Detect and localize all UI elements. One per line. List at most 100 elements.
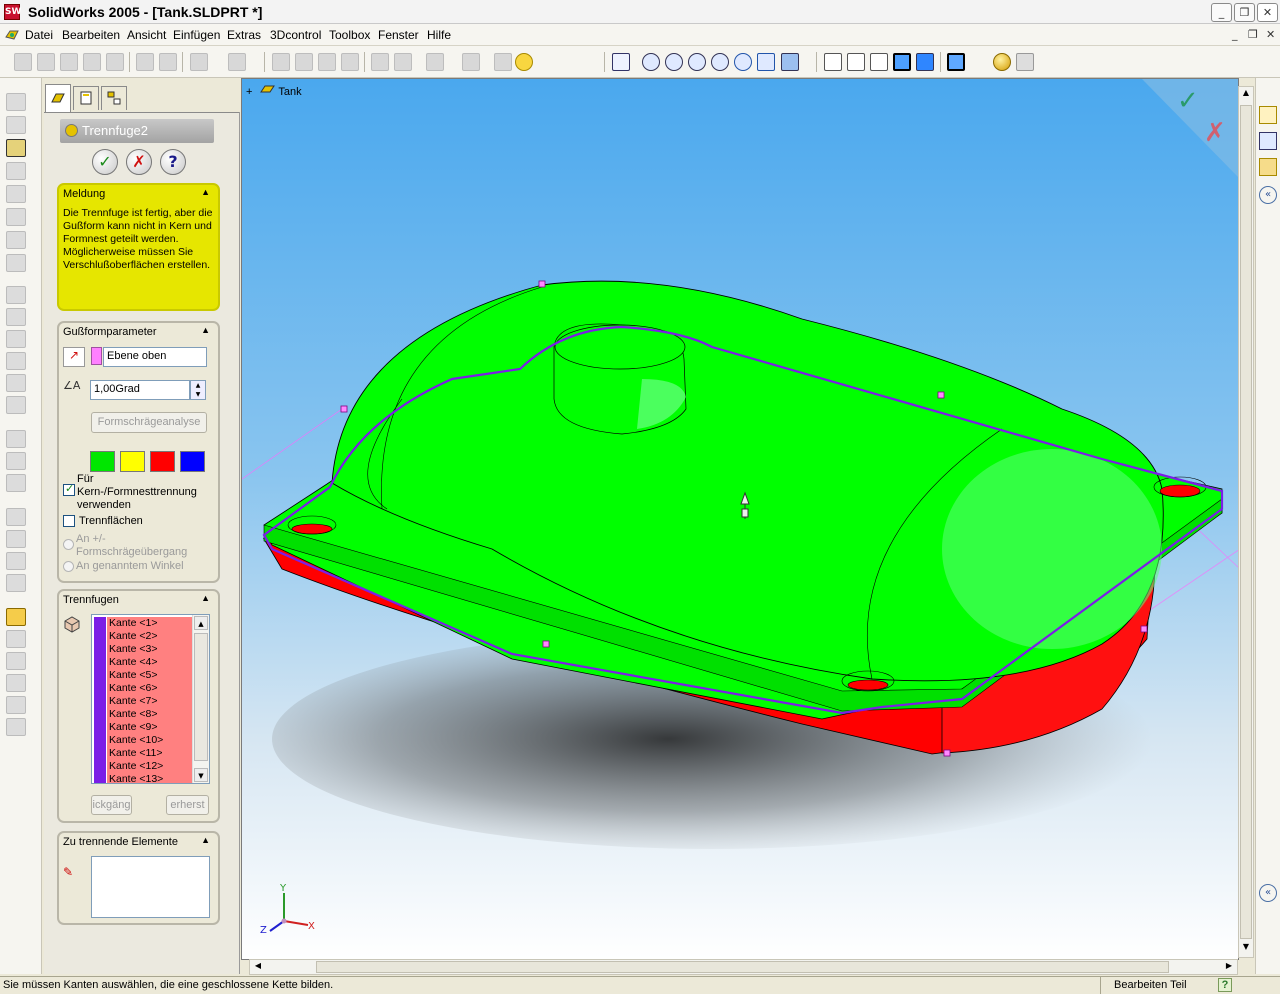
recreate-button[interactable]: erherst <box>166 795 209 815</box>
edge-list-item[interactable]: Kante <1> <box>107 617 194 630</box>
tab-feature-tree[interactable] <box>45 84 71 112</box>
edge-list-item[interactable]: Kante <12> <box>107 760 194 773</box>
shaded-with-edges-icon[interactable] <box>893 53 911 71</box>
core-cavity-checkbox[interactable]: ✓ <box>63 482 75 496</box>
edges-list[interactable]: Kante <1> Kante <2> Kante <3> Kante <4> Kant… <box>91 614 210 784</box>
vertical-scroll-thumb[interactable] <box>1240 105 1252 939</box>
collapse-icon[interactable]: ▲ <box>201 325 210 335</box>
surface-icon[interactable] <box>6 430 26 448</box>
realview-icon[interactable] <box>993 53 1011 71</box>
print-preview-icon[interactable] <box>159 53 177 71</box>
print-icon[interactable] <box>136 53 154 71</box>
sketch-tools-icon[interactable] <box>6 116 26 134</box>
undercut-detection-icon[interactable] <box>6 696 26 714</box>
grid-icon[interactable] <box>394 53 412 71</box>
redo-icon[interactable] <box>228 53 246 71</box>
menu-fenster[interactable]: Fenster <box>378 28 419 42</box>
split-entities-list[interactable] <box>91 856 210 918</box>
component-icon[interactable] <box>426 53 444 71</box>
reverse-direction-icon[interactable]: ↗ <box>63 347 85 367</box>
collapse-icon[interactable]: ▲ <box>201 835 210 845</box>
confirm-cancel-icon[interactable]: ✗ <box>1204 118 1226 148</box>
properties-icon[interactable] <box>371 53 389 71</box>
split-entities-header[interactable]: Zu trennende Elemente ▲ <box>59 833 218 851</box>
collapse-icon[interactable]: ▲ <box>201 187 210 197</box>
annotation-icon[interactable] <box>6 231 26 249</box>
message-header[interactable]: Meldung ▲ <box>59 185 218 203</box>
edge-list-item[interactable]: Kante <8> <box>107 708 194 721</box>
draft-angle-spinner[interactable]: ▲ ▼ <box>190 380 206 400</box>
scale-icon[interactable] <box>6 574 26 592</box>
edge-list-item[interactable]: Kante <13> <box>107 773 194 783</box>
boundary-icon[interactable] <box>6 452 26 470</box>
edge-list-item[interactable]: Kante <10> <box>107 734 194 747</box>
rebuild-icon[interactable] <box>341 53 359 71</box>
status-help-icon[interactable]: ? <box>1218 978 1232 992</box>
zoom-area-icon[interactable] <box>665 53 683 71</box>
file-explorer-icon[interactable] <box>1259 158 1277 176</box>
open-icon[interactable] <box>37 53 55 71</box>
menu-extras[interactable]: Extras <box>227 28 261 42</box>
menu-einfuegen[interactable]: Einfügen <box>173 28 220 42</box>
hidden-lines-visible-icon[interactable] <box>847 53 865 71</box>
parting-surfaces-checkbox[interactable] <box>63 515 75 527</box>
draft-analysis-icon[interactable] <box>6 718 26 736</box>
edge-list-item[interactable]: Kante <6> <box>107 682 194 695</box>
maximize-button[interactable]: ❐ <box>1234 3 1255 22</box>
direction-field[interactable]: Ebene oben <box>103 347 207 367</box>
hole-icon[interactable] <box>6 396 26 414</box>
perspective-icon[interactable] <box>1016 53 1034 71</box>
ruled-surface-icon[interactable] <box>6 674 26 692</box>
shaded-icon[interactable] <box>916 53 934 71</box>
tab-property-manager[interactable] <box>73 86 99 110</box>
cancel-button[interactable]: ✗ <box>126 149 152 175</box>
doc-restore-button[interactable]: ❐ <box>1248 28 1258 41</box>
menu-datei[interactable]: Datei <box>25 28 53 42</box>
rib-icon[interactable] <box>6 374 26 392</box>
knit-icon[interactable] <box>6 474 26 492</box>
reference-geometry-icon[interactable] <box>6 254 26 272</box>
doc-minimize-button[interactable]: _ <box>1232 28 1238 41</box>
radio-specified-angle[interactable] <box>63 561 74 572</box>
menu-hilfe[interactable]: Hilfe <box>427 28 451 42</box>
list-icon[interactable] <box>494 53 512 71</box>
shell-icon[interactable] <box>6 330 26 348</box>
edge-list-item[interactable]: Kante <5> <box>107 669 194 682</box>
select-icon[interactable] <box>272 53 290 71</box>
pan-icon[interactable] <box>757 53 775 71</box>
collapse-icon[interactable]: ▲ <box>201 593 210 603</box>
edge-list-item[interactable]: Kante <9> <box>107 721 194 734</box>
tab-configuration[interactable] <box>101 86 127 110</box>
fillet-icon[interactable] <box>6 286 26 304</box>
minimize-button[interactable]: _ <box>1211 3 1232 22</box>
help-icon[interactable] <box>515 53 533 71</box>
radio-draft-transition[interactable] <box>63 539 74 550</box>
menu-bearbeiten[interactable]: Bearbeiten <box>62 28 120 42</box>
sweep-icon[interactable] <box>6 185 26 203</box>
parting-lines-header[interactable]: Trennfugen ▲ <box>59 591 218 609</box>
wireframe-icon[interactable] <box>824 53 842 71</box>
new-icon[interactable] <box>14 53 32 71</box>
graphics-area[interactable]: + Tank ✓ ✗ Y X Z <box>241 78 1239 960</box>
pan-disabled-icon[interactable] <box>462 53 480 71</box>
edge-list-item[interactable]: Kante <11> <box>107 747 194 760</box>
vertical-scrollbar[interactable]: ▲ ▼ <box>1238 86 1254 958</box>
undo-edge-button[interactable]: ickgäng <box>91 795 132 815</box>
edge-list-item[interactable]: Kante <2> <box>107 630 194 643</box>
draft-angle-field[interactable]: 1,00Grad <box>90 380 190 400</box>
edge-list-item[interactable]: Kante <4> <box>107 656 194 669</box>
revolve-icon[interactable] <box>6 162 26 180</box>
home-icon[interactable] <box>1259 106 1277 124</box>
mold-tools-icon[interactable] <box>6 139 26 157</box>
rotate-icon[interactable] <box>734 53 752 71</box>
cavity-icon[interactable] <box>6 552 26 570</box>
save-icon[interactable] <box>60 53 78 71</box>
ok-button[interactable]: ✓ <box>92 149 118 175</box>
view-orientation-icon[interactable] <box>781 53 799 71</box>
doc-close-button[interactable]: ✕ <box>1266 28 1275 41</box>
scroll-left-button[interactable]: ◀ <box>251 961 265 973</box>
resources-icon[interactable] <box>1259 132 1277 150</box>
edges-scrollbar[interactable]: ▲ ▼ <box>192 615 209 783</box>
collapse-pane-icon[interactable]: « <box>1259 884 1277 902</box>
menu-toolbox[interactable]: Toolbox <box>329 28 370 42</box>
